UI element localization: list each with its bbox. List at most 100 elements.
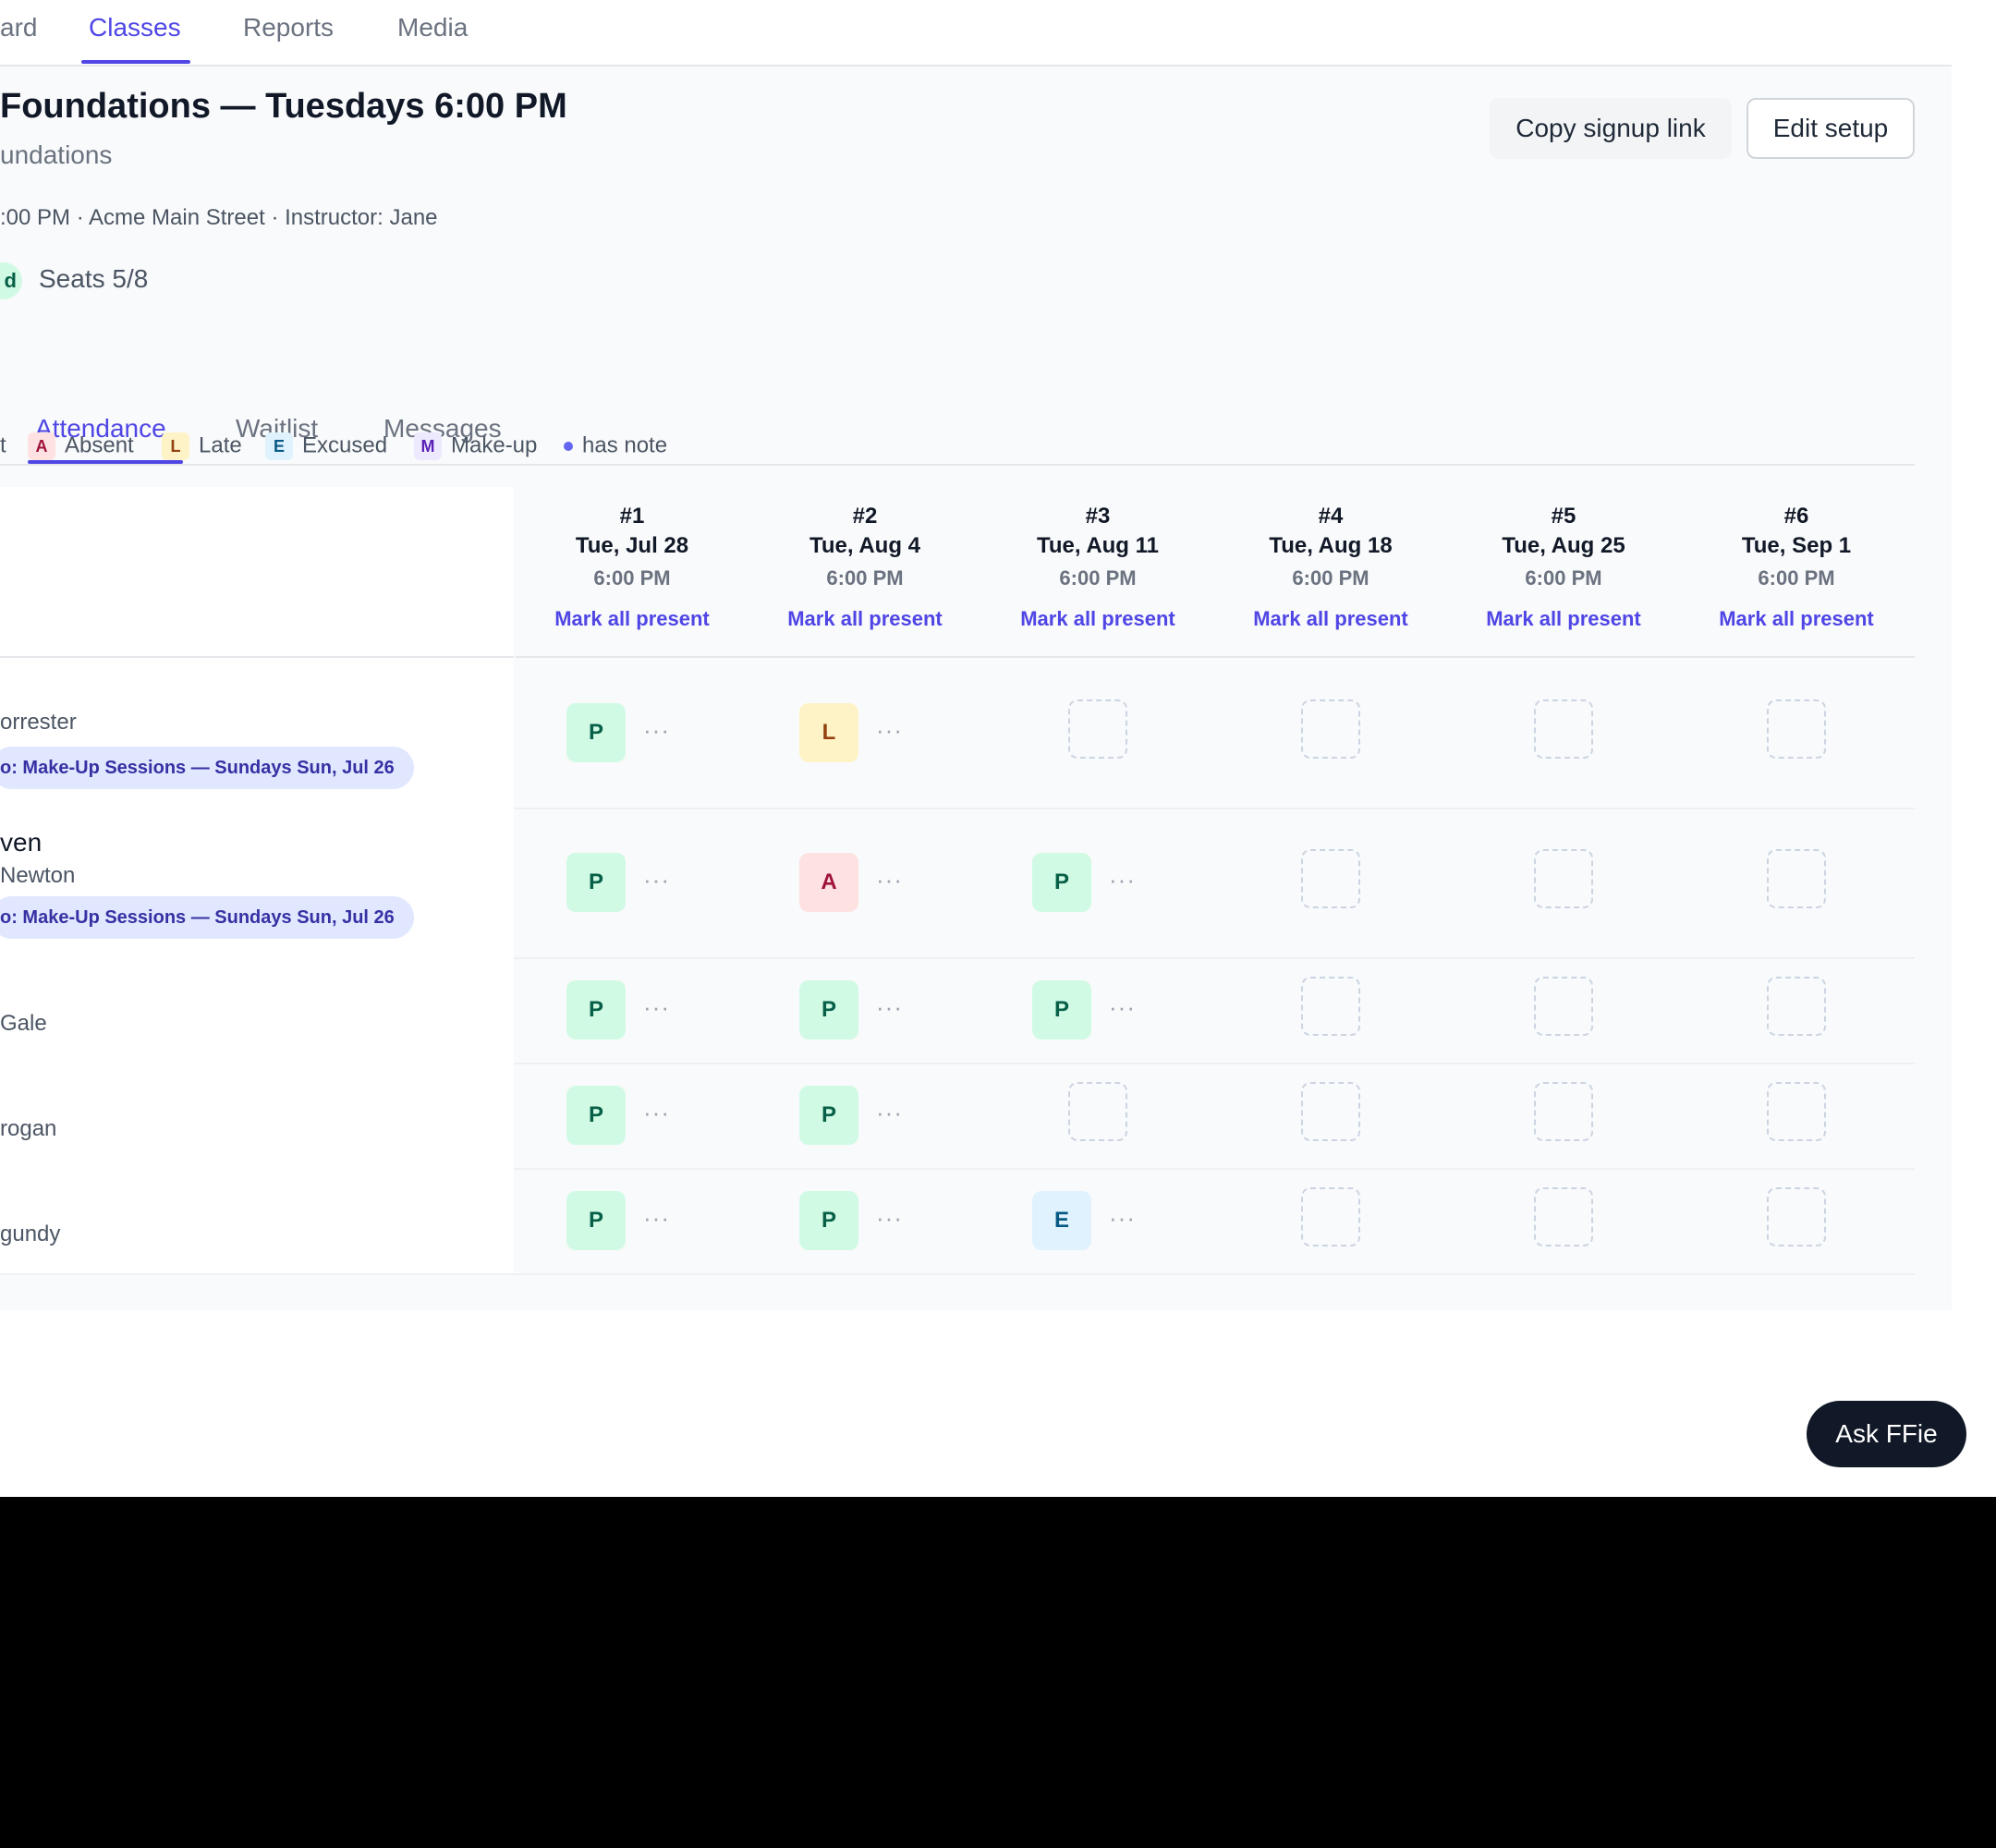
attendance-legend: t A Absent L Late E Excused M Make-up has no… <box>0 429 832 466</box>
seats-count: Seats 5/8 <box>39 264 149 293</box>
makeup-session-badge[interactable]: o: Make-Up Sessions — Sundays Sun, Jul 2… <box>0 896 414 939</box>
student-name-cell[interactable]: Gale <box>0 957 514 1063</box>
attendance-mark[interactable]: P <box>1032 980 1091 1040</box>
session-date: Tue, Aug 18 <box>1269 533 1393 558</box>
empty-attendance-slot[interactable] <box>1301 1187 1360 1246</box>
attendance-mark[interactable]: P <box>566 703 626 762</box>
attendance-mark[interactable]: P <box>566 853 626 912</box>
student-subtext: rogan <box>0 1116 57 1141</box>
more-options-icon[interactable]: ··· <box>876 1204 903 1233</box>
makeup-session-badge[interactable]: o: Make-Up Sessions — Sundays Sun, Jul 2… <box>0 747 414 789</box>
attendance-mark[interactable]: P <box>1032 853 1091 912</box>
edit-setup-button[interactable]: Edit setup <box>1746 98 1915 159</box>
empty-attendance-slot[interactable] <box>1534 977 1593 1036</box>
empty-attendance-slot[interactable] <box>1534 699 1593 759</box>
more-options-icon[interactable]: ··· <box>876 993 903 1022</box>
attendance-mark[interactable]: P <box>566 1191 626 1250</box>
more-options-icon[interactable]: ··· <box>876 1099 903 1127</box>
attendance-cell: P ··· <box>981 957 1214 1063</box>
more-options-icon[interactable]: ··· <box>643 1204 670 1233</box>
empty-attendance-slot[interactable] <box>1301 849 1360 908</box>
more-options-icon[interactable]: ··· <box>643 716 670 745</box>
attendance-cell <box>981 658 1214 808</box>
legend-present-label: t <box>0 432 6 458</box>
attendance-cell: P ··· <box>748 1063 981 1168</box>
attendance-mark[interactable]: P <box>799 1086 858 1145</box>
status-badge: d <box>0 262 22 299</box>
legend-makeup-badge: M <box>414 432 442 460</box>
top-nav: ard Classes Reports Media <box>0 0 1952 67</box>
attendance-cell <box>1214 957 1447 1063</box>
empty-attendance-slot[interactable] <box>1068 699 1127 759</box>
session-header: #1 Tue, Jul 28 6:00 PM Mark all present <box>516 487 748 631</box>
attendance-cell <box>1447 957 1680 1063</box>
attendance-cell <box>1214 658 1447 808</box>
empty-attendance-slot[interactable] <box>1068 1082 1127 1141</box>
more-options-icon[interactable]: ··· <box>1109 1204 1136 1233</box>
nav-reports[interactable]: Reports <box>243 13 334 43</box>
student-column-header <box>0 487 514 658</box>
attendance-mark[interactable]: L <box>799 703 858 762</box>
note-dot-icon <box>564 441 573 451</box>
panel-footer-space <box>0 1377 1952 1497</box>
attendance-cell: P ··· <box>516 1063 748 1168</box>
attendance-mark[interactable]: P <box>799 1191 858 1250</box>
nav-classes[interactable]: Classes <box>89 13 181 43</box>
empty-attendance-slot[interactable] <box>1301 699 1360 759</box>
student-subtext: Gale <box>0 1011 47 1036</box>
empty-attendance-slot[interactable] <box>1767 977 1826 1036</box>
empty-attendance-slot[interactable] <box>1534 1187 1593 1246</box>
more-options-icon[interactable]: ··· <box>876 866 903 894</box>
attendance-mark[interactable]: P <box>566 980 626 1040</box>
mark-all-present-link[interactable]: Mark all present <box>1214 607 1447 631</box>
copy-signup-link-button[interactable]: Copy signup link <box>1490 98 1732 159</box>
empty-attendance-slot[interactable] <box>1301 977 1360 1036</box>
nav-dashboard[interactable]: ard <box>0 13 37 43</box>
more-options-icon[interactable]: ··· <box>876 716 903 745</box>
legend-late: L Late <box>162 429 242 463</box>
session-time: 6:00 PM <box>1292 566 1369 590</box>
student-name-cell[interactable]: rogan <box>0 1063 514 1168</box>
empty-attendance-slot[interactable] <box>1534 1082 1593 1141</box>
ask-ffie-button[interactable]: Ask FFie <box>1807 1401 1966 1467</box>
attendance-mark[interactable]: E <box>1032 1191 1091 1250</box>
attendance-cell: E ··· <box>981 1168 1214 1273</box>
student-subtext: orrester <box>0 710 77 735</box>
empty-attendance-slot[interactable] <box>1767 699 1826 759</box>
student-name-cell[interactable]: orrester o: Make-Up Sessions — Sundays Su… <box>0 658 514 808</box>
session-date: Tue, Jul 28 <box>575 533 689 558</box>
nav-media[interactable]: Media <box>397 13 468 43</box>
mark-all-present-link[interactable]: Mark all present <box>981 607 1214 631</box>
attendance-mark[interactable]: P <box>799 980 858 1040</box>
empty-attendance-slot[interactable] <box>1767 849 1826 908</box>
attendance-cell: A ··· <box>748 808 981 957</box>
session-date: Tue, Aug 11 <box>1036 533 1160 558</box>
attendance-cell: P ··· <box>516 658 748 808</box>
mark-all-present-link[interactable]: Mark all present <box>1680 607 1913 631</box>
empty-attendance-slot[interactable] <box>1301 1082 1360 1141</box>
attendance-mark[interactable]: P <box>566 1086 626 1145</box>
attendance-mark[interactable]: A <box>799 853 858 912</box>
student-row: Gale P ··· P ··· P ··· <box>0 957 1915 1064</box>
student-name-cell[interactable]: ven Newton o: Make-Up Sessions — Sundays S… <box>0 808 514 957</box>
attendance-cell: P ··· <box>748 957 981 1063</box>
student-name-cell[interactable]: gundy <box>0 1168 514 1273</box>
empty-attendance-slot[interactable] <box>1534 849 1593 908</box>
attendance-cell <box>1680 1168 1913 1273</box>
more-options-icon[interactable]: ··· <box>643 1099 670 1127</box>
mark-all-present-link[interactable]: Mark all present <box>748 607 981 631</box>
empty-attendance-slot[interactable] <box>1767 1187 1826 1246</box>
session-time: 6:00 PM <box>826 566 904 590</box>
mark-all-present-link[interactable]: Mark all present <box>516 607 748 631</box>
session-time: 6:00 PM <box>1525 566 1602 590</box>
legend-late-label: Late <box>199 432 242 458</box>
page-title: Foundations — Tuesdays 6:00 PM <box>0 87 567 126</box>
more-options-icon[interactable]: ··· <box>1109 866 1136 894</box>
more-options-icon[interactable]: ··· <box>1109 993 1136 1022</box>
more-options-icon[interactable]: ··· <box>643 993 670 1022</box>
empty-attendance-slot[interactable] <box>1767 1082 1826 1141</box>
mark-all-present-link[interactable]: Mark all present <box>1447 607 1680 631</box>
more-options-icon[interactable]: ··· <box>643 866 670 894</box>
attendance-cell <box>1447 808 1680 957</box>
session-number: #2 <box>852 504 878 529</box>
